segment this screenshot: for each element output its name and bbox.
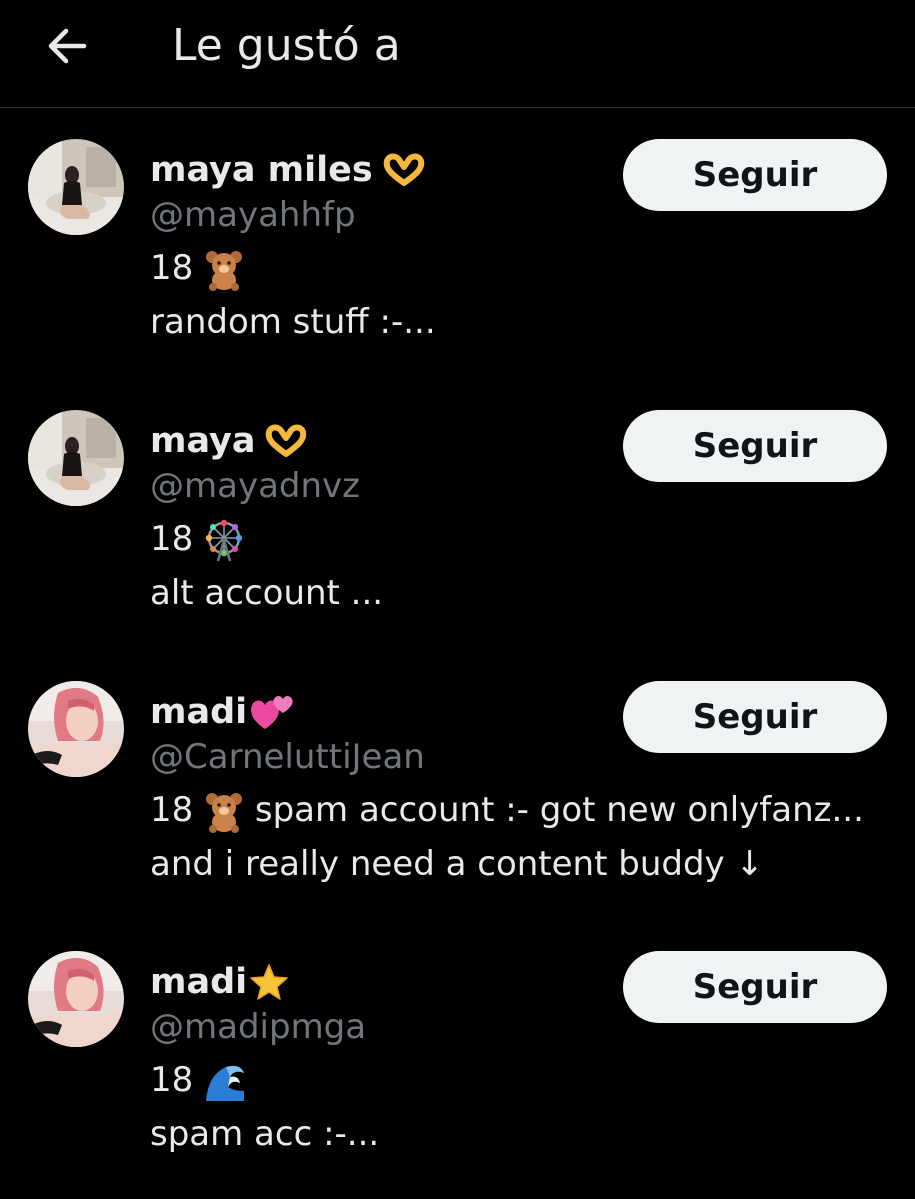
avatar[interactable] [28,951,124,1047]
follow-button[interactable]: Seguir [623,410,887,482]
follow-button[interactable]: Seguir [623,951,887,1023]
page-title: Le gustó a [172,20,401,71]
bio-line: 18 [150,512,890,566]
teddy-bear-emoji [206,792,243,833]
avatar[interactable] [28,139,124,235]
back-button[interactable] [36,18,96,74]
wave-emoji [206,1065,245,1101]
bio-line: 18 [150,241,890,295]
arrow-left-icon [48,28,87,64]
user-row[interactable]: maya @mayadnvz 18 alt account ... Seguir [0,380,915,651]
bio-line: 18 spam account :- got new onlyfanz... [150,783,890,837]
ferris-wheel-emoji [205,519,243,561]
teddy-bear-emoji [206,250,243,291]
bio-line: random stuff :-... [150,302,436,342]
two-hearts-emoji [251,696,293,729]
user-row[interactable]: madi @madipmga 18 spam acc :-... Seguir [0,921,915,1192]
bio-line: spam acc :-... [150,1114,380,1154]
avatar[interactable] [28,410,124,506]
heart-hands-emoji [266,424,307,457]
bio-line: 18 [150,1053,890,1107]
user-row[interactable]: madi @CarneluttiJean 18 spam account :- [0,651,915,922]
star-emoji [250,964,288,1000]
follow-button[interactable]: Seguir [623,681,887,753]
bio-line: alt account ... [150,573,384,613]
top-bar: Le gustó a [0,0,915,108]
follow-button[interactable]: Seguir [623,139,887,211]
bio-line: and i really need a content buddy ↓ [150,844,764,884]
avatar[interactable] [28,681,124,777]
user-row[interactable]: maya miles @mayahhfp 18 random stuff :-.… [0,109,915,380]
heart-hands-emoji [383,153,424,186]
